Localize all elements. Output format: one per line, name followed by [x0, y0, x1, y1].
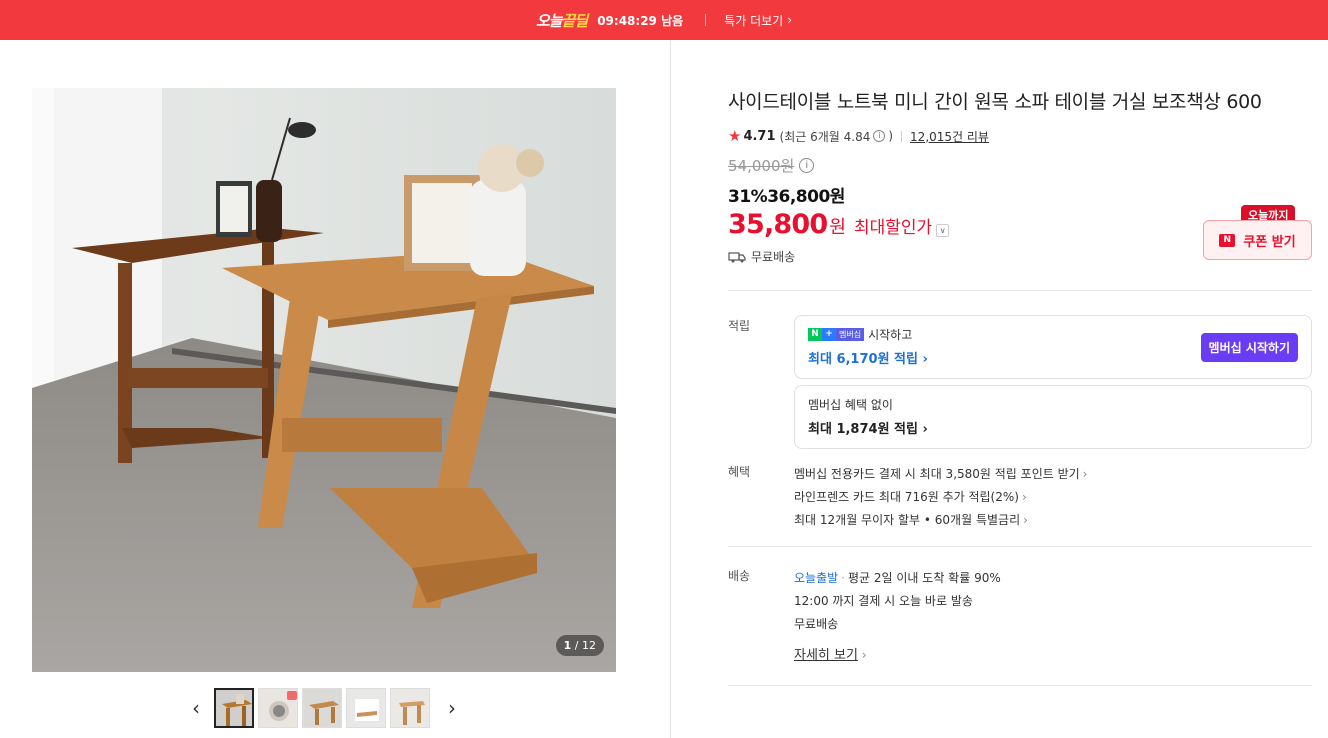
chevron-right-icon: › [1082, 467, 1088, 481]
chevron-down-icon[interactable]: ∨ [936, 224, 950, 237]
chevron-right-icon: › [1021, 490, 1027, 504]
discount-price: 31%36,800원 [728, 187, 845, 207]
final-price: 35,800 [728, 209, 828, 240]
non-member-box: 멤버십 혜택 없이 최대 1,874원 적립 › [794, 385, 1312, 449]
divider [705, 14, 707, 26]
counter-total: / 12 [574, 639, 596, 652]
recent-rating: (최근 6개월 4.84 [779, 129, 871, 144]
deal-banner: 오늘끝딜 09:48:29 남음 특가 더보기 › [0, 0, 1328, 40]
plus-icon: + [822, 328, 836, 341]
product-info-panel: 사이드테이블 노트북 미니 간이 원목 소파 테이블 거실 보조책상 600 ★… [728, 88, 1312, 686]
thumbnail-3[interactable] [302, 688, 342, 728]
deal-brand: 오늘끝딜 [535, 10, 589, 31]
column-divider [670, 40, 671, 738]
benefit-text: 멤버십 전용카드 결제 시 최대 3,580원 적립 포인트 받기 [794, 467, 1080, 481]
dot-separator: · [841, 571, 845, 585]
chevron-right-icon: › [922, 422, 928, 437]
divider [901, 130, 903, 142]
thumbnail-row [214, 688, 434, 728]
thumbnail-5[interactable] [390, 688, 430, 728]
info-icon[interactable]: i [873, 130, 886, 142]
benefits-section: 혜택 멤버십 전용카드 결제 시 최대 3,580원 적립 포인트 받기 › 라인… [728, 463, 1312, 532]
membership-max-text: 최대 6,170원 적립 [808, 352, 918, 367]
chevron-right-icon: › [861, 648, 867, 662]
info-icon[interactable]: i [799, 158, 815, 173]
delivery-probability: 평균 2일 이내 도착 확률 90% [848, 571, 1001, 585]
chevron-left-icon[interactable]: ‹ [186, 688, 206, 728]
delivery-line-1: 오늘출발 · 평균 2일 이내 도착 확률 90% [794, 567, 1001, 590]
points-label: 적립 [728, 319, 751, 333]
chevron-right-icon: › [1023, 513, 1028, 527]
points-section: 적립 N + 멤버십 시작하고 최대 6,170원 적립 › 멤버십 시작하기 멤버… [728, 315, 1312, 449]
benefit-item[interactable]: 멤버십 전용카드 결제 시 최대 3,580원 적립 포인트 받기 › [794, 463, 1087, 486]
coupon-label: 쿠폰 받기 [1243, 234, 1296, 250]
product-title: 사이드테이블 노트북 미니 간이 원목 소파 테이블 거실 보조책상 600 [728, 91, 1262, 113]
delivery-info: 오늘출발 · 평균 2일 이내 도착 확률 90% 12:00 까지 결제 시 오늘… [794, 567, 1001, 667]
shipping-label: 무료배송 [751, 250, 796, 264]
delivery-section: 배송 오늘출발 · 평균 2일 이내 도착 확률 90% 12:00 까지 결제 시… [728, 567, 1312, 667]
divider [728, 546, 1312, 547]
star-icon: ★ [728, 127, 742, 145]
benefit-text: 최대 12개월 무이자 할부 • 60개월 특별금리 [794, 513, 1021, 527]
chevron-right-icon[interactable]: › [442, 688, 462, 728]
final-price-unit: 원 [829, 217, 846, 238]
membership-box: N + 멤버십 시작하고 최대 6,170원 적립 › 멤버십 시작하기 [794, 315, 1312, 379]
divider [728, 290, 1312, 291]
counter-current: 1 [563, 639, 572, 652]
divider [728, 685, 1312, 686]
thumbnail-4[interactable] [346, 688, 386, 728]
original-price-row: 54,000원 i [728, 155, 1312, 176]
membership-start-text: 시작하고 [868, 328, 913, 342]
chevron-right-icon: › [922, 352, 928, 367]
main-product-image[interactable]: 1 / 12 [32, 88, 616, 672]
more-deals-link[interactable]: 특가 더보기 › [724, 12, 792, 29]
review-count-link[interactable]: 12,015건 리뷰 [910, 128, 989, 145]
chevron-right-icon: › [787, 13, 792, 27]
benefits-list: 멤버십 전용카드 결제 시 최대 3,580원 적립 포인트 받기 › 라인프렌즈… [794, 463, 1087, 532]
membership-badge: N + 멤버십 [808, 328, 865, 341]
naver-n-icon: N [808, 328, 822, 341]
membership-badge-label: 멤버십 [836, 328, 865, 341]
recent-rating-close: ) [888, 129, 894, 143]
truck-icon [728, 251, 746, 262]
delivery-label: 배송 [728, 569, 751, 583]
delivery-free: 무료배송 [794, 617, 839, 631]
original-price: 54,000원 [728, 157, 795, 175]
rating-score: 4.71 [743, 128, 776, 144]
delivery-detail-row: 자세히 보기 › [794, 644, 1001, 667]
delivery-cutoff: 12:00 까지 결제 시 오늘 바로 발송 [794, 594, 973, 608]
max-discount-label: 최대할인가 [853, 218, 933, 238]
coupon-button[interactable]: N 쿠폰 받기 [1203, 220, 1312, 260]
non-member-text: 멤버십 혜택 없이 [808, 398, 893, 412]
thumbnail-strip: ‹ › [186, 686, 462, 730]
benefit-text: 라인프렌즈 카드 최대 716원 추가 적립(2%) [794, 490, 1019, 504]
brand-part-2: 끝딜 [561, 11, 589, 30]
benefit-item[interactable]: 최대 12개월 무이자 할부 • 60개월 특별금리 › [794, 509, 1087, 532]
today-dispatch-label: 오늘출발 [794, 571, 839, 585]
rating-row: ★ 4.71 (최근 6개월 4.84 i ) 12,015건 리뷰 [728, 127, 1312, 145]
more-deals-label: 특가 더보기 [724, 13, 784, 28]
thumbnail-2[interactable] [258, 688, 298, 728]
benefit-item[interactable]: 라인프렌즈 카드 최대 716원 추가 적립(2%) › [794, 486, 1087, 509]
benefits-label: 혜택 [728, 465, 751, 479]
delivery-detail-link[interactable]: 자세히 보기 [794, 648, 858, 663]
start-membership-button[interactable]: 멤버십 시작하기 [1200, 333, 1298, 362]
non-member-max-points[interactable]: 최대 1,874원 적립 › [808, 418, 1298, 437]
naver-pay-icon: N [1219, 233, 1236, 247]
image-counter: 1 / 12 [555, 635, 604, 656]
brand-part-1: 오늘 [535, 11, 563, 30]
non-member-max-text: 최대 1,874원 적립 [808, 422, 918, 437]
thumbnail-1[interactable] [214, 688, 254, 728]
deal-timer: 09:48:29 남음 [597, 13, 684, 28]
